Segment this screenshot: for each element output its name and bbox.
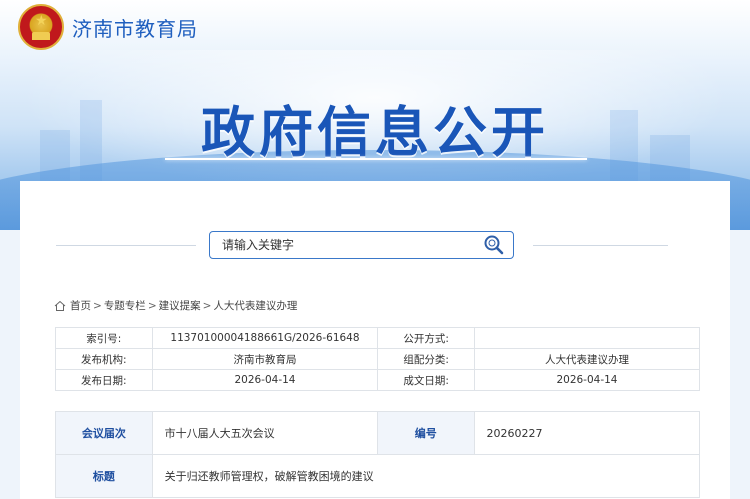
- session-label: 会议届次: [55, 411, 153, 455]
- breadcrumb-separator: >: [93, 299, 102, 312]
- disclosure-method-value: [473, 327, 701, 349]
- breadcrumb-separator: >: [147, 299, 157, 312]
- search-button[interactable]: [483, 234, 507, 256]
- table-row: 索引号: 11370100004188661G/2026-61648 公开方式:: [55, 327, 701, 349]
- table-row: 发布机构: 济南市教育局 组配分类: 人大代表建议办理: [55, 348, 701, 370]
- written-date-value: 2026-04-14: [473, 369, 701, 391]
- category-value: 人大代表建议办理: [473, 348, 701, 370]
- banner-title: 政府信息公开: [201, 100, 549, 164]
- publisher-value: 济南市教育局: [151, 348, 379, 370]
- breadcrumb: 首页 > 专题专栏 > 建议提案 > 人大代表建议办理: [54, 298, 297, 313]
- publisher-label: 发布机构:: [55, 348, 153, 370]
- index-number-value: 11370100004188661G/2026-61648: [151, 327, 379, 349]
- home-icon: [54, 300, 66, 311]
- publish-date-value: 2026-04-14: [151, 369, 379, 391]
- table-row: 会议届次 市十八届人大五次会议 编号 20260227: [55, 411, 701, 455]
- index-number-label: 索引号:: [55, 327, 153, 349]
- main-content: 首页 > 专题专栏 > 建议提案 > 人大代表建议办理 索引号: 1137010…: [20, 181, 730, 499]
- table-row: 标题 关于归还教师管理权，破解管教困境的建议: [55, 454, 701, 498]
- metadata-table: 索引号: 11370100004188661G/2026-61648 公开方式:…: [55, 327, 701, 391]
- number-label: 编号: [376, 411, 475, 455]
- search-icon: [484, 235, 504, 255]
- table-row: 发布日期: 2026-04-14 成文日期: 2026-04-14: [55, 369, 701, 391]
- search-input[interactable]: [211, 233, 476, 257]
- proposal-detail-table: 会议届次 市十八届人大五次会议 编号 20260227 标题 关于归还教师管理权…: [55, 411, 701, 498]
- breadcrumb-item-home[interactable]: 首页: [70, 298, 91, 313]
- written-date-label: 成文日期:: [377, 369, 475, 391]
- title-underline: [165, 158, 587, 160]
- number-value: 20260227: [473, 411, 701, 455]
- site-name: 济南市教育局: [72, 16, 198, 41]
- breadcrumb-item-proposal[interactable]: 建议提案: [159, 298, 201, 313]
- category-label: 组配分类:: [377, 348, 475, 370]
- search-box: [209, 231, 514, 259]
- title-label: 标题: [55, 454, 153, 498]
- session-value: 市十八届人大五次会议: [151, 411, 378, 455]
- national-emblem-icon: ★: [18, 4, 64, 50]
- divider-right: [533, 245, 668, 246]
- title-value: 关于归还教师管理权，破解管教困境的建议: [151, 454, 701, 498]
- breadcrumb-item-special[interactable]: 专题专栏: [104, 298, 146, 313]
- breadcrumb-item-current[interactable]: 人大代表建议办理: [213, 298, 297, 313]
- divider-left: [56, 245, 196, 246]
- site-logo[interactable]: ★ 济南市教育局: [18, 4, 198, 50]
- publish-date-label: 发布日期:: [55, 369, 153, 391]
- disclosure-method-label: 公开方式:: [377, 327, 475, 349]
- breadcrumb-separator: >: [202, 299, 212, 312]
